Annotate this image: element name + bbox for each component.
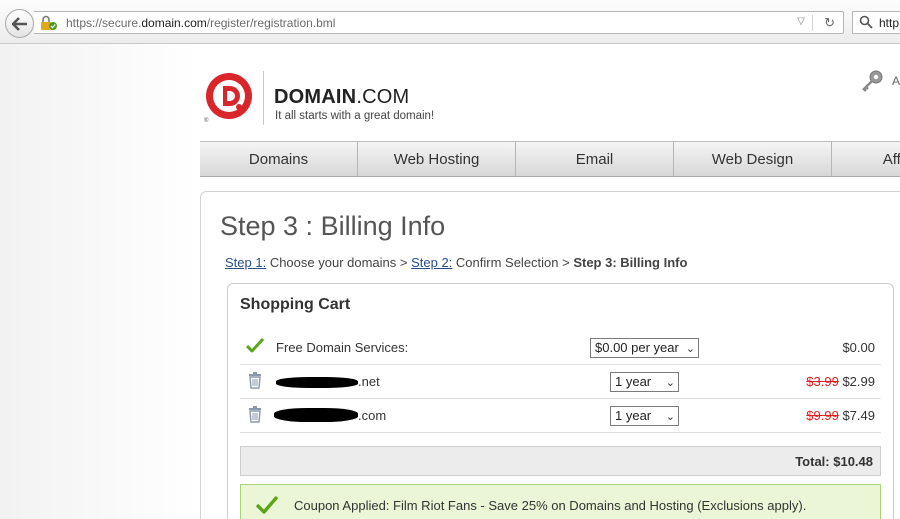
old-price: $3.99: [806, 374, 839, 389]
row-price: $3.99 $2.99: [806, 374, 875, 389]
chevron-down-icon: ⌄: [685, 343, 695, 355]
nav-item-email[interactable]: Email: [516, 142, 674, 176]
redacted-domain: [276, 377, 358, 388]
logo-divider: [263, 71, 264, 125]
reload-icon[interactable]: ↻: [824, 15, 835, 31]
main-nav: Domains Web Hosting Email Web Design Aff…: [200, 141, 900, 177]
trash-icon[interactable]: [248, 372, 262, 389]
secure-lock-icon: [41, 15, 57, 30]
nav-item-web-design[interactable]: Web Design: [674, 142, 832, 176]
chevron-down-icon: ⌄: [665, 411, 675, 423]
coupon-text: Coupon Applied: Film Riot Fans - Save 25…: [294, 498, 807, 513]
back-arrow-icon: [11, 16, 27, 31]
cart-title: Shopping Cart: [240, 296, 351, 313]
address-bar[interactable]: https://secure.domain.com/register/regis…: [34, 11, 844, 34]
search-text: http: [879, 16, 900, 30]
url-dropdown-icon[interactable]: ▽: [797, 16, 805, 27]
breadcrumb: Step 1: Choose your domains > Step 2: Co…: [225, 255, 687, 270]
trash-icon[interactable]: [248, 406, 262, 423]
old-price: $9.99: [806, 408, 839, 423]
new-price: $7.49: [842, 408, 875, 423]
nav-item-domains[interactable]: Domains: [200, 142, 358, 176]
back-button[interactable]: [5, 9, 34, 38]
step2-link[interactable]: Step 2:: [411, 255, 452, 270]
nav-item-web-hosting[interactable]: Web Hosting: [358, 142, 516, 176]
step1-text: Choose your domains >: [266, 255, 412, 270]
tagline: It all starts with a great domain!: [275, 110, 435, 122]
svg-text:®: ®: [204, 117, 209, 123]
browser-toolbar: https://secure.domain.com/register/regis…: [0, 0, 900, 44]
coupon-banner: Coupon Applied: Film Riot Fans - Save 25…: [240, 484, 881, 519]
url-divider: [812, 15, 813, 31]
free-services-label: Free Domain Services:: [276, 340, 409, 355]
redacted-domain: [274, 408, 358, 422]
nav-item-affiliates[interactable]: Affiliates: [832, 142, 900, 176]
key-icon[interactable]: [860, 69, 884, 93]
free-services-select[interactable]: $0.00 per year ⌄: [590, 338, 699, 358]
step1-link[interactable]: Step 1:: [225, 255, 266, 270]
step2-text: Confirm Selection >: [452, 255, 574, 270]
search-icon: [859, 15, 873, 29]
domain-com-label: .com: [358, 408, 387, 423]
new-price: $2.99: [842, 374, 875, 389]
row-price: $9.99 $7.49: [806, 408, 875, 423]
brand-name[interactable]: DOMAIN.COM: [274, 86, 409, 109]
domain-logo-icon[interactable]: ®: [203, 71, 255, 123]
term-select-net[interactable]: 1 year ⌄: [610, 372, 679, 392]
account-link[interactable]: A: [892, 74, 900, 88]
page-title: Step 3 : Billing Info: [220, 211, 446, 241]
check-icon: [246, 338, 264, 353]
step3-current: Step 3: Billing Info: [573, 255, 688, 270]
search-input[interactable]: http: [852, 11, 900, 34]
check-icon: [255, 495, 279, 514]
term-select-com[interactable]: 1 year ⌄: [610, 406, 679, 426]
row-divider: [240, 398, 881, 399]
cart-total-bar: Total: $10.48: [240, 446, 881, 476]
url-text: https://secure.domain.com/register/regis…: [66, 16, 336, 30]
cart-total: Total: $10.48: [795, 454, 873, 469]
row-price: $0.00: [842, 340, 875, 355]
row-divider: [240, 364, 881, 365]
domain-net-label: .net: [358, 374, 380, 389]
row-divider: [240, 432, 881, 433]
chevron-down-icon: ⌄: [665, 377, 675, 389]
